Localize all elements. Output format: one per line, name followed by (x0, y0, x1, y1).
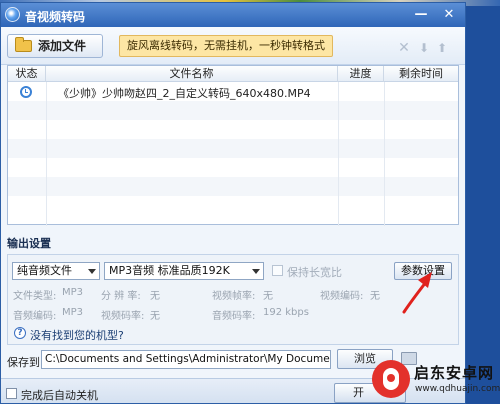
table-row[interactable]: 《少帅》少帅吻赵四_2_自定义转码_640x480.MP4 (8, 82, 458, 101)
video-fps-info-value: 无 (263, 291, 273, 302)
param-settings-button[interactable]: 参数设置 (394, 262, 452, 280)
file-list: 状态 文件名称 进度 剩余时间 《少帅》少帅吻赵四_2_自定义转码_640x48… (7, 65, 459, 226)
window-title: 音视频转码 (25, 10, 86, 24)
video-fps-info-label: 视频帧率: (212, 291, 256, 302)
transcode-window: 音视频转码 — ✕ 添加文件 旋风离线转码，无需挂机，一秒钟转格式 ✕ ⬇ ⬆ … (0, 2, 466, 404)
watermark-logo-icon (372, 360, 410, 398)
move-down-icon[interactable]: ⬇ (417, 41, 431, 55)
chevron-down-icon (252, 269, 260, 274)
app-icon (5, 7, 20, 22)
auto-shutdown-label: 完成后自动关机 (21, 389, 98, 402)
device-help-link[interactable]: 没有找到您的机型? (30, 327, 124, 343)
empty-row (8, 120, 458, 139)
audio-codec-info-label: 音频编码: (13, 311, 57, 322)
column-remaining-time[interactable]: 剩余时间 (384, 66, 458, 82)
quality-select[interactable]: MP3音频 标准品质192K (104, 262, 264, 280)
title-bar: 音视频转码 — ✕ (1, 3, 465, 27)
column-progress[interactable]: 进度 (338, 66, 384, 82)
file-type-value: 纯音频文件 (17, 264, 72, 277)
promo-banner[interactable]: 旋风离线转码，无需挂机，一秒钟转格式 (119, 35, 333, 57)
video-bitrate-info-label: 视频码率: (101, 311, 145, 322)
file-type-select[interactable]: 纯音频文件 (12, 262, 100, 280)
video-codec-info-value: 无 (370, 291, 380, 302)
resolution-info-label: 分 辨 率: (101, 291, 141, 302)
watermark-logo: 启东安卓网 www.qdhuajin.com (372, 358, 500, 404)
chevron-down-icon (88, 269, 96, 274)
empty-row (8, 196, 458, 215)
audio-bitrate-info-label: 音频码率: (212, 311, 256, 322)
file-type-info-value: MP3 (62, 287, 84, 298)
toolbar: 添加文件 旋风离线转码，无需挂机，一秒钟转格式 ✕ ⬇ ⬆ (1, 27, 465, 65)
auto-shutdown-checkbox[interactable] (6, 388, 17, 399)
file-list-header: 状态 文件名称 进度 剩余时间 (8, 66, 458, 82)
column-file-name[interactable]: 文件名称 (46, 66, 338, 82)
save-to-label: 保存到: (7, 356, 44, 369)
add-file-label: 添加文件 (38, 39, 87, 53)
watermark-url: www.qdhuajin.com (415, 384, 500, 394)
delete-icon[interactable]: ✕ (397, 41, 411, 55)
watermark-brand: 启东安卓网 (414, 364, 495, 382)
file-type-info-label: 文件类型: (13, 291, 57, 302)
folder-icon (15, 37, 32, 52)
resolution-info-value: 无 (150, 291, 160, 302)
video-codec-info-label: 视频编码: (320, 291, 364, 302)
keep-ratio-checkbox[interactable] (272, 265, 283, 276)
save-path-input[interactable]: C:\Documents and Settings\Administrator\… (41, 350, 331, 369)
output-settings-panel: 纯音频文件 MP3音频 标准品质192K 保持长宽比 参数设置 文件类型: MP… (7, 254, 459, 345)
column-status[interactable]: 状态 (8, 66, 46, 82)
move-up-icon[interactable]: ⬆ (435, 41, 449, 55)
minimize-button[interactable]: — (411, 6, 431, 24)
empty-row (8, 139, 458, 158)
help-icon: ? (14, 327, 26, 339)
keep-ratio-label: 保持长宽比 (287, 266, 342, 279)
empty-row (8, 177, 458, 196)
clock-icon (20, 86, 32, 98)
video-bitrate-info-value: 无 (150, 311, 160, 322)
audio-bitrate-info-value: 192 kbps (263, 307, 309, 318)
quality-value: MP3音频 标准品质192K (109, 264, 230, 277)
output-settings-title: 输出设置 (7, 237, 51, 250)
close-button[interactable]: ✕ (439, 6, 459, 24)
add-file-button[interactable]: 添加文件 (7, 34, 103, 58)
file-name-cell: 《少帅》少帅吻赵四_2_自定义转码_640x480.MP4 (58, 87, 311, 100)
audio-codec-info-value: MP3 (62, 307, 84, 318)
empty-row (8, 158, 458, 177)
empty-row (8, 101, 458, 120)
